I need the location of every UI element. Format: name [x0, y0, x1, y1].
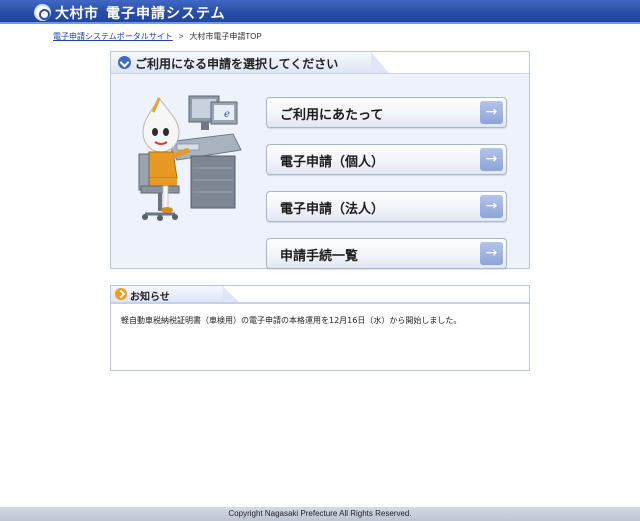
- apply-corporation-button[interactable]: 電子申請（法人） →: [266, 191, 507, 222]
- notice-message: 軽自動車税納税証明書（車検用）の電子申請の本格運用を12月16日（水）から開始し…: [121, 316, 462, 325]
- arrow-right-icon: →: [480, 101, 503, 124]
- about-usage-button[interactable]: ご利用にあたって →: [266, 97, 507, 128]
- select-panel-header: ご利用になる申請を選択してください: [111, 52, 529, 74]
- apply-individual-button[interactable]: 電子申請（個人） →: [266, 144, 507, 175]
- select-panel-title: ご利用になる申請を選択してください: [135, 57, 339, 71]
- site-header: 大村市 電子申請システム: [0, 0, 640, 24]
- arrow-right-icon: →: [480, 242, 503, 265]
- procedure-list-button[interactable]: 申請手続一覧 →: [266, 238, 507, 269]
- apply-individual-button-label: 電子申請（個人）: [280, 155, 385, 170]
- system-name: 電子申請システム: [106, 6, 226, 22]
- notice-panel-header: お知らせ: [111, 286, 529, 304]
- application-select-panel: ご利用になる申請を選択してください e ご利用にあたって → 電子申請（個人） …: [110, 51, 530, 269]
- arrow-right-icon: →: [480, 195, 503, 218]
- mascot-computer-illustration: e: [138, 95, 242, 221]
- notice-panel: お知らせ 軽自動車税納税証明書（車検用）の電子申請の本格運用を12月16日（水）…: [110, 285, 530, 371]
- notice-arrow-icon: [115, 288, 127, 300]
- apply-corporation-button-label: 電子申請（法人）: [280, 202, 385, 217]
- breadcrumb-separator: >: [178, 32, 184, 41]
- svg-text:e: e: [224, 109, 230, 120]
- breadcrumb-current: 大村市電子申請TOP: [189, 32, 262, 41]
- breadcrumb-portal-link[interactable]: 電子申請システムポータルサイト: [53, 32, 173, 41]
- city-emblem-icon: [34, 4, 51, 21]
- breadcrumb: 電子申請システムポータルサイト > 大村市電子申請TOP: [53, 31, 262, 42]
- copyright-text: Copyright Nagasaki Prefecture All Rights…: [228, 509, 412, 518]
- city-name: 大村市: [55, 6, 99, 22]
- procedure-list-button-label: 申請手続一覧: [280, 249, 359, 264]
- chevron-down-icon: [118, 56, 131, 69]
- about-usage-button-label: ご利用にあたって: [280, 108, 384, 123]
- page-footer: Copyright Nagasaki Prefecture All Rights…: [0, 507, 640, 521]
- arrow-right-icon: →: [480, 148, 503, 171]
- notice-title: お知らせ: [130, 292, 170, 303]
